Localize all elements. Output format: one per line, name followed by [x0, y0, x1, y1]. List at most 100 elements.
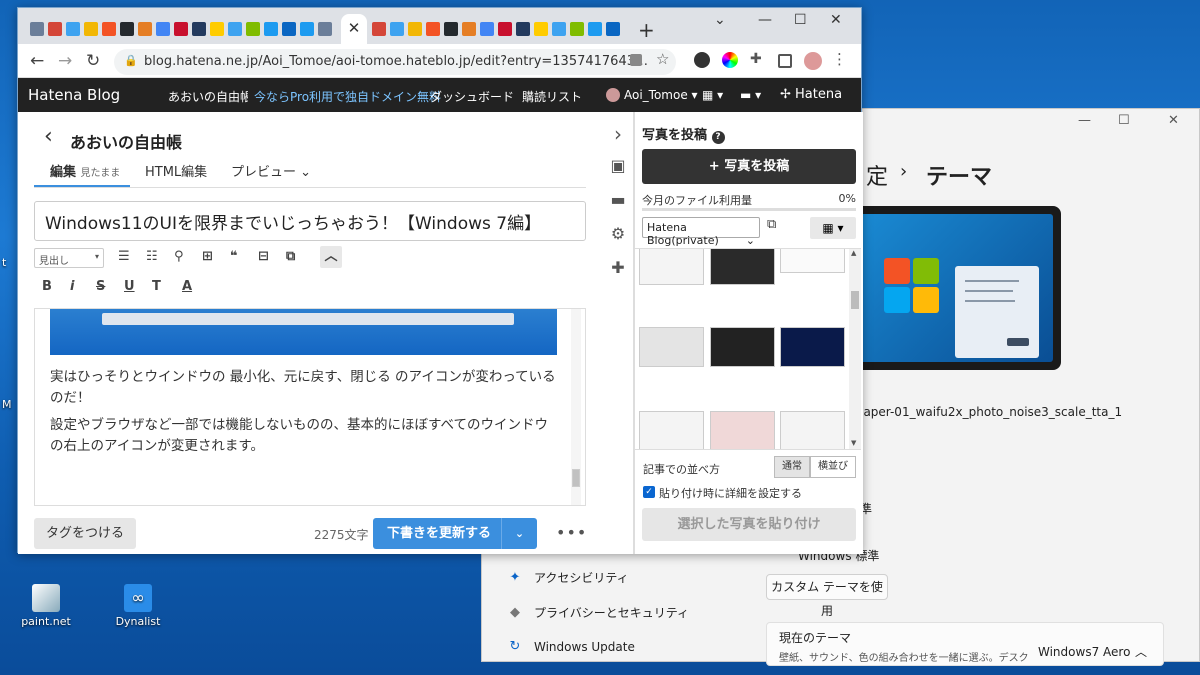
tab-favicon[interactable] — [30, 22, 44, 36]
plus-icon[interactable]: ✚ — [607, 258, 629, 277]
list-box-icon[interactable]: ⊟ — [258, 249, 269, 264]
tab-favicon[interactable] — [66, 22, 80, 36]
minimize-button[interactable]: — — [758, 12, 772, 28]
minimize-button[interactable]: — — [1078, 113, 1091, 128]
back-chevron-icon[interactable]: ‹ — [44, 124, 53, 149]
nav-item-privacy[interactable]: ◆ プライバシーとセキュリティ — [508, 604, 689, 621]
photo-thumbnail[interactable] — [639, 327, 704, 367]
hatena-blog-logo[interactable]: Hatena Blog — [28, 86, 120, 104]
grid-view-toggle[interactable]: ▦ ▾ — [810, 217, 856, 239]
dashboard-link[interactable]: ダッシュボード — [430, 88, 514, 105]
tab-favicon[interactable] — [570, 22, 584, 36]
text-color-icon[interactable]: A — [182, 279, 192, 294]
tab-favicon[interactable] — [120, 22, 134, 36]
tab-favicon[interactable] — [444, 22, 458, 36]
user-menu[interactable]: Aoi_Tomoe ▾ — [624, 88, 698, 102]
maximize-button[interactable]: ☐ — [1118, 113, 1130, 128]
tab-favicon[interactable] — [498, 22, 512, 36]
tab-favicon[interactable] — [282, 22, 296, 36]
tab-favicon[interactable] — [246, 22, 260, 36]
update-draft-button[interactable]: 下書きを更新する ⌄ — [373, 518, 537, 549]
more-icon[interactable]: ⋮ — [832, 50, 847, 68]
tab-favicon[interactable] — [174, 22, 188, 36]
chevron-up-icon[interactable]: ︿ — [1135, 643, 1147, 660]
tab-wysiwyg[interactable]: 編集 見たまま — [50, 161, 120, 180]
desktop-icon-dynalist[interactable]: ∞ Dynalist — [106, 584, 170, 628]
link-icon[interactable]: ⚲ — [174, 249, 184, 264]
gear-icon[interactable]: ⚙ — [607, 224, 629, 243]
post-title-input[interactable] — [34, 201, 586, 241]
tab-favicon[interactable] — [426, 22, 440, 36]
numbered-list-icon[interactable]: ☷ — [146, 249, 158, 264]
share-icon[interactable] — [630, 54, 642, 66]
color-extension-icon[interactable] — [722, 52, 738, 68]
tab-favicon[interactable] — [462, 22, 476, 36]
bullet-list-icon[interactable]: ☰ — [118, 249, 130, 264]
scroll-down-icon[interactable]: ▼ — [851, 439, 856, 447]
tab-favicon[interactable] — [372, 22, 386, 36]
tab-favicon[interactable] — [588, 22, 602, 36]
order-horizontal-button[interactable]: 横並び — [810, 456, 856, 478]
collapse-toolbar-icon[interactable]: ︿ — [320, 246, 342, 268]
table-icon[interactable]: ⊞ — [202, 249, 213, 264]
maximize-button[interactable]: ☐ — [794, 12, 807, 28]
strikethrough-icon[interactable]: S — [96, 279, 105, 294]
tab-favicon[interactable] — [138, 22, 152, 36]
tab-preview[interactable]: プレビュー ⌄ — [231, 161, 311, 180]
tab-favicon[interactable] — [228, 22, 242, 36]
photo-thumbnail[interactable] — [710, 327, 775, 367]
tab-favicon[interactable] — [210, 22, 224, 36]
tab-favicon[interactable] — [390, 22, 404, 36]
photo-grid-scrollbar[interactable]: ▲ ▼ — [849, 249, 861, 449]
current-theme-card[interactable]: 現在のテーマ 壁紙、サウンド、色の組み合わせを一緒に選ぶ。デスク Windows… — [766, 622, 1164, 666]
tab-favicon[interactable] — [48, 22, 62, 36]
upload-photo-button[interactable]: + 写真を投稿 — [642, 149, 856, 184]
text-size-icon[interactable]: T — [152, 279, 161, 294]
tab-favicon[interactable] — [264, 22, 278, 36]
photo-thumbnail[interactable] — [639, 411, 704, 449]
external-link-icon[interactable]: ⧉ — [767, 217, 776, 232]
breadcrumb-parent[interactable]: 定 — [866, 159, 888, 191]
tab-favicon[interactable] — [552, 22, 566, 36]
profile-avatar[interactable] — [804, 52, 822, 70]
extension-shield-icon[interactable] — [694, 52, 710, 68]
desktop-icon-paintnet[interactable]: paint.net — [14, 584, 78, 628]
tab-favicon[interactable] — [606, 22, 620, 36]
tab-html[interactable]: HTML編集 — [145, 161, 207, 180]
photo-thumbnail[interactable] — [780, 249, 845, 273]
hatena-brand-link[interactable]: ✢ Hatena — [780, 87, 842, 102]
reload-icon[interactable]: ↻ — [86, 51, 100, 71]
detail-checkbox[interactable]: ✓ — [643, 486, 655, 498]
address-bar[interactable]: 🔒 blog.hatena.ne.jp/Aoi_Tomoe/aoi-tomoe.… — [114, 49, 676, 75]
custom-theme-button[interactable]: カスタム テーマを使用 — [766, 574, 888, 618]
more-format-icon[interactable]: ⧉ — [286, 249, 295, 264]
puzzle-icon[interactable]: ✚ — [750, 51, 762, 67]
scroll-up-icon[interactable]: ▲ — [851, 249, 856, 257]
tab-favicon[interactable] — [516, 22, 530, 36]
close-button[interactable]: ✕ — [830, 12, 842, 28]
back-icon[interactable]: ← — [30, 51, 44, 71]
quote-icon[interactable]: ❝ — [230, 249, 238, 264]
album-select[interactable]: Hatena Blog(private) ⌄ — [642, 217, 760, 247]
blog-name-link[interactable]: あおいの自由帳 — [168, 88, 248, 105]
pro-promo-link[interactable]: 今ならPro利用で独自ドメイン無料 — [254, 88, 441, 105]
more-options-icon[interactable]: ••• — [556, 523, 587, 542]
photo-thumbnail[interactable] — [710, 411, 775, 449]
photo-thumbnail[interactable] — [639, 249, 704, 285]
detail-checkbox-label[interactable]: 貼り付け時に詳細を設定する — [659, 485, 802, 501]
photo-thumbnail[interactable] — [780, 411, 845, 449]
tab-favicon[interactable] — [84, 22, 98, 36]
collapse-panel-icon[interactable]: › — [607, 122, 629, 146]
heading-select[interactable]: 見出し ▾ — [34, 248, 104, 268]
tab-favicon[interactable] — [192, 22, 206, 36]
tab-favicon[interactable] — [156, 22, 170, 36]
italic-icon[interactable]: i — [70, 279, 74, 294]
tab-favicon[interactable] — [318, 22, 332, 36]
editor-scrollbar[interactable] — [571, 309, 581, 505]
nav-item-windows-update[interactable]: ↻ Windows Update — [508, 640, 635, 655]
photo-thumbnail[interactable] — [710, 249, 775, 285]
apps-menu-icon[interactable]: ▦ ▾ — [702, 88, 723, 102]
photo-icon[interactable]: ▣ — [607, 156, 629, 175]
new-tab-button[interactable]: + — [638, 18, 655, 42]
paste-selected-button[interactable]: 選択した写真を貼り付け — [642, 508, 856, 541]
